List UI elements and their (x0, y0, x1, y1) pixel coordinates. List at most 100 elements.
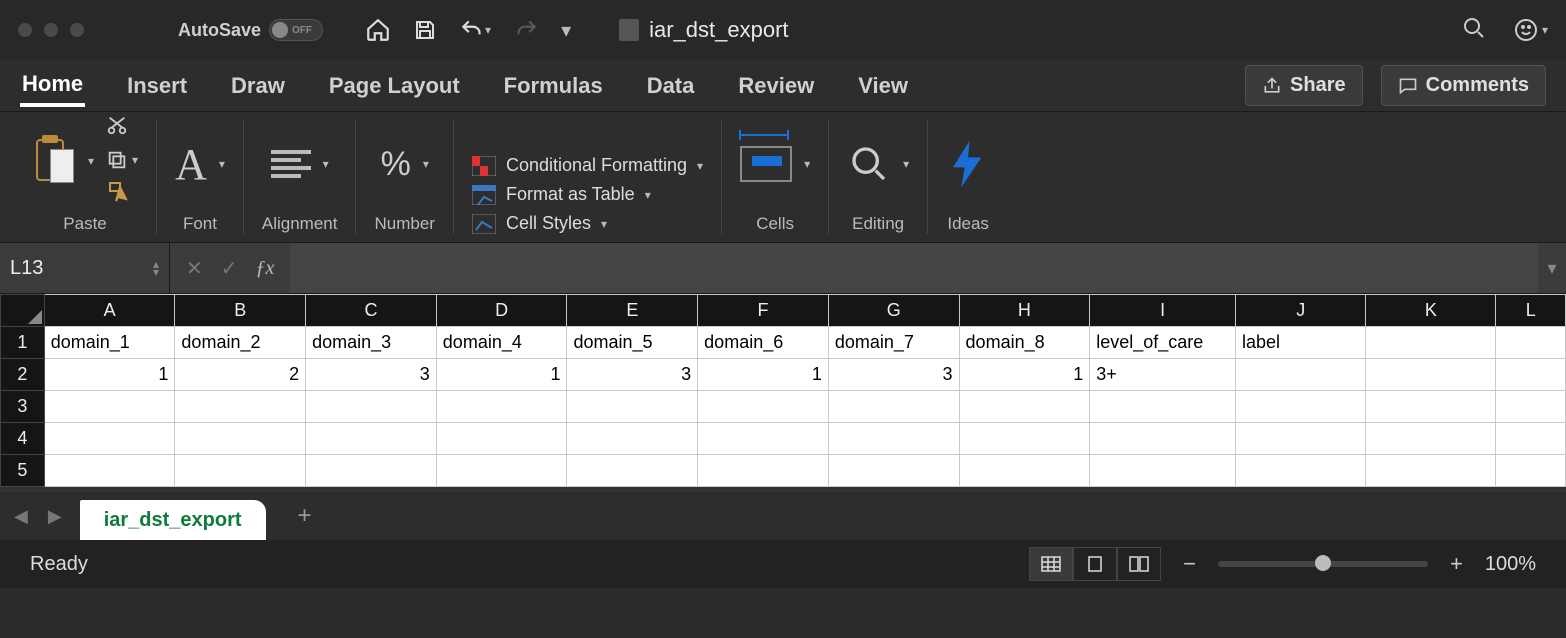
cell-F2[interactable]: 1 (698, 359, 829, 391)
search-icon[interactable] (1462, 16, 1486, 45)
zoom-in-icon[interactable]: + (1450, 551, 1463, 577)
cancel-formula-icon[interactable]: ✕ (186, 256, 203, 281)
tab-view[interactable]: View (856, 67, 910, 105)
row-1[interactable]: 1 domain_1 domain_2 domain_3 domain_4 do… (1, 327, 1566, 359)
cell-E2[interactable]: 3 (567, 359, 698, 391)
tab-review[interactable]: Review (736, 67, 816, 105)
cell-A2[interactable]: 1 (44, 359, 175, 391)
cell-D1[interactable]: domain_4 (436, 327, 567, 359)
cell-L2[interactable] (1496, 359, 1566, 391)
zoom-out-icon[interactable]: − (1183, 551, 1196, 577)
zoom-value[interactable]: 100% (1485, 553, 1536, 576)
cell-H2[interactable]: 1 (959, 359, 1090, 391)
column-headers[interactable]: A B C D E F G H I J K L (1, 295, 1566, 327)
sheet-prev-icon[interactable]: ◀ (14, 506, 28, 527)
col-J[interactable]: J (1236, 295, 1366, 327)
cell-styles-button[interactable]: Cell Styles ▾ (472, 213, 607, 234)
tab-formulas[interactable]: Formulas (502, 67, 605, 105)
alignment-icon[interactable] (271, 146, 311, 182)
font-icon[interactable]: A (175, 139, 207, 190)
row-3[interactable]: 3 (1, 391, 1566, 423)
tab-home[interactable]: Home (20, 65, 85, 107)
font-dropdown[interactable]: ▾ (219, 157, 225, 171)
cells-dropdown[interactable]: ▾ (804, 157, 810, 171)
tab-insert[interactable]: Insert (125, 67, 189, 105)
col-L[interactable]: L (1496, 295, 1566, 327)
tab-data[interactable]: Data (645, 67, 697, 105)
cell-K1[interactable] (1366, 327, 1496, 359)
row-2[interactable]: 2 1 2 3 1 3 1 3 1 3+ (1, 359, 1566, 391)
maximize-icon[interactable] (70, 23, 84, 37)
close-icon[interactable] (18, 23, 32, 37)
undo-icon[interactable]: ▾ (455, 13, 495, 47)
comments-button[interactable]: Comments (1381, 65, 1546, 106)
cell-J2[interactable] (1236, 359, 1366, 391)
conditional-formatting-button[interactable]: Conditional Formatting ▾ (472, 155, 703, 176)
cell-C2[interactable]: 3 (306, 359, 437, 391)
cut-icon[interactable] (106, 114, 138, 141)
view-page-layout-icon[interactable] (1073, 547, 1117, 581)
percent-icon[interactable]: % (381, 145, 411, 184)
cells-icon[interactable] (740, 146, 792, 182)
row-header-1[interactable]: 1 (1, 327, 45, 359)
ideas-bolt-icon[interactable] (946, 142, 990, 186)
sheet-tab-active[interactable]: iar_dst_export (80, 500, 266, 540)
row-header-5[interactable]: 5 (1, 455, 45, 487)
qat-customize-icon[interactable]: ▾ (557, 14, 575, 47)
cell-K2[interactable] (1366, 359, 1496, 391)
cell-G2[interactable]: 3 (828, 359, 959, 391)
editing-search-icon[interactable] (847, 142, 891, 186)
col-D[interactable]: D (436, 295, 567, 327)
save-icon[interactable] (409, 14, 441, 46)
cell-C1[interactable]: domain_3 (306, 327, 437, 359)
cell-D2[interactable]: 1 (436, 359, 567, 391)
tab-draw[interactable]: Draw (229, 67, 287, 105)
view-page-break-icon[interactable] (1117, 547, 1161, 581)
sheet-next-icon[interactable]: ▶ (48, 506, 62, 527)
col-C[interactable]: C (306, 295, 437, 327)
col-A[interactable]: A (44, 295, 175, 327)
row-header-3[interactable]: 3 (1, 391, 45, 423)
cell-J1[interactable]: label (1236, 327, 1366, 359)
cell-L1[interactable] (1496, 327, 1566, 359)
zoom-slider[interactable] (1218, 561, 1428, 567)
formula-expand-icon[interactable]: ▾ (1538, 258, 1566, 279)
redo-icon[interactable] (509, 13, 543, 47)
fx-icon[interactable]: ƒx (256, 257, 275, 280)
cell-H1[interactable]: domain_8 (959, 327, 1090, 359)
col-B[interactable]: B (175, 295, 306, 327)
view-normal-icon[interactable] (1029, 547, 1073, 581)
cell-B2[interactable]: 2 (175, 359, 306, 391)
cell-I2[interactable]: 3+ (1090, 359, 1236, 391)
add-sheet-icon[interactable]: + (298, 502, 312, 530)
col-K[interactable]: K (1366, 295, 1496, 327)
paste-dropdown[interactable]: ▾ (88, 154, 94, 168)
cell-F1[interactable]: domain_6 (698, 327, 829, 359)
select-all-cell[interactable] (1, 295, 45, 327)
row-4[interactable]: 4 (1, 423, 1566, 455)
col-H[interactable]: H (959, 295, 1090, 327)
row-5[interactable]: 5 (1, 455, 1566, 487)
clipboard-icon[interactable] (32, 135, 76, 187)
cell-B1[interactable]: domain_2 (175, 327, 306, 359)
cell-A1[interactable]: domain_1 (44, 327, 175, 359)
name-box[interactable]: L13 ▴▾ (0, 243, 170, 293)
alignment-dropdown[interactable]: ▾ (323, 157, 329, 171)
spreadsheet-grid[interactable]: A B C D E F G H I J K L 1 domain_1 domai… (0, 294, 1566, 492)
number-dropdown[interactable]: ▾ (423, 157, 429, 171)
cell-G1[interactable]: domain_7 (828, 327, 959, 359)
col-E[interactable]: E (567, 295, 698, 327)
share-button[interactable]: Share (1245, 65, 1363, 106)
col-G[interactable]: G (828, 295, 959, 327)
tab-page-layout[interactable]: Page Layout (327, 67, 462, 105)
editing-dropdown[interactable]: ▾ (903, 157, 909, 171)
emoji-icon[interactable]: ▾ (1514, 18, 1548, 42)
autosave-switch[interactable]: OFF (269, 19, 323, 41)
col-I[interactable]: I (1090, 295, 1236, 327)
col-F[interactable]: F (698, 295, 829, 327)
format-as-table-button[interactable]: Format as Table ▾ (472, 184, 651, 205)
copy-icon[interactable]: ▾ (106, 149, 138, 171)
autosave-toggle[interactable]: AutoSave OFF (178, 19, 323, 41)
row-header-4[interactable]: 4 (1, 423, 45, 455)
cell-E1[interactable]: domain_5 (567, 327, 698, 359)
